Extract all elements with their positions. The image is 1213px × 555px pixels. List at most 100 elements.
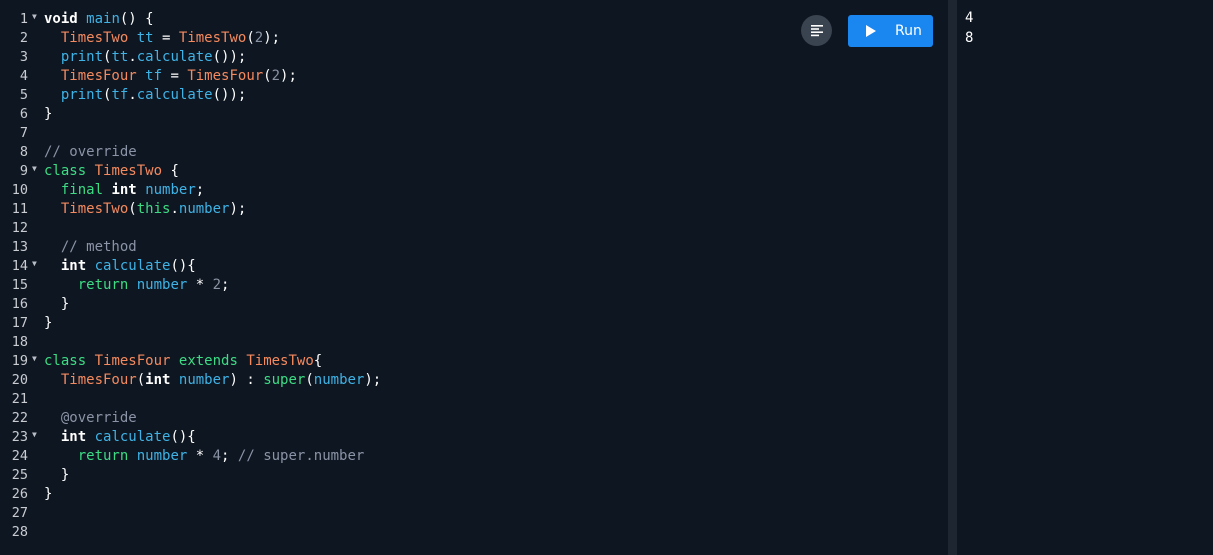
code-line[interactable]: 24 return number * 4; // super.number xyxy=(0,447,948,466)
fold-arrow-icon[interactable]: ▼ xyxy=(32,349,37,368)
code-line[interactable]: 7 xyxy=(0,124,948,143)
code-token: . xyxy=(170,201,179,217)
code-token: ( xyxy=(263,68,272,84)
code-text: class TimesTwo { xyxy=(44,162,179,181)
code-line[interactable]: 17} xyxy=(0,314,948,333)
code-line[interactable]: 10 final int number; xyxy=(0,181,948,200)
run-button[interactable]: Run xyxy=(848,15,933,47)
code-line[interactable]: 28 xyxy=(0,523,948,542)
code-line[interactable]: 23 ▼ int calculate(){ xyxy=(0,428,948,447)
code-line[interactable]: 6} xyxy=(0,105,948,124)
code-token: () { xyxy=(119,11,154,27)
code-line[interactable]: 12 xyxy=(0,219,948,238)
code-token: class xyxy=(44,163,87,179)
line-number: 28 xyxy=(11,524,28,540)
code-line[interactable]: 4 TimesFour tf = TimesFour(2); xyxy=(0,67,948,86)
code-token: number xyxy=(178,201,230,217)
code-token: TimesFour xyxy=(60,372,137,388)
code-text: } xyxy=(44,105,52,124)
line-number: 22 xyxy=(11,410,28,426)
code-line[interactable]: 18 xyxy=(0,333,948,352)
line-number: 20 xyxy=(11,372,28,388)
code-token: int xyxy=(145,372,171,388)
code-token: ); xyxy=(263,30,281,46)
code-text: // override xyxy=(44,143,137,162)
fold-arrow-icon[interactable]: ▼ xyxy=(32,254,37,273)
line-number: 24 xyxy=(11,448,28,464)
code-token: number xyxy=(136,277,188,293)
code-line[interactable]: 25 } xyxy=(0,466,948,485)
code-token: // super.number xyxy=(237,448,365,464)
line-number: 2 xyxy=(19,30,28,46)
code-token: print xyxy=(60,49,104,65)
fold-arrow-icon[interactable]: ▼ xyxy=(32,425,37,444)
code-token: @override xyxy=(60,410,137,426)
code-line[interactable]: 27 xyxy=(0,504,948,523)
code-line[interactable]: 5 print(tf.calculate()); xyxy=(0,86,948,105)
code-token: number xyxy=(136,448,188,464)
code-line[interactable]: 16 } xyxy=(0,295,948,314)
line-number: 21 xyxy=(11,391,28,407)
code-token: super xyxy=(263,372,306,388)
code-line[interactable]: 8 // override xyxy=(0,143,948,162)
line-number: 7 xyxy=(19,125,28,141)
code-token: 2 xyxy=(254,30,264,46)
fold-arrow-icon[interactable]: ▼ xyxy=(32,159,37,178)
code-line[interactable]: 15 return number * 2; xyxy=(0,276,948,295)
line-number: 17 xyxy=(11,315,28,331)
console-line: 8 xyxy=(965,30,974,46)
code-token: number xyxy=(145,182,196,198)
code-text: print(tf.calculate()); xyxy=(44,86,246,105)
code-text: } xyxy=(44,466,69,485)
panel-divider[interactable] xyxy=(948,0,957,555)
code-line[interactable]: 20 TimesFour(int number) : super(number)… xyxy=(0,371,948,390)
code-line[interactable]: 21 xyxy=(0,390,948,409)
code-token: // override xyxy=(44,144,137,160)
code-token: calculate xyxy=(136,49,213,65)
line-number: 13 xyxy=(11,239,28,255)
fold-arrow-icon[interactable]: ▼ xyxy=(32,7,37,26)
format-button[interactable] xyxy=(801,15,832,46)
code-token: } xyxy=(44,106,53,122)
line-number: 6 xyxy=(19,106,28,122)
code-token: * xyxy=(187,448,213,464)
code-line[interactable]: 26} xyxy=(0,485,948,504)
code-token: int xyxy=(60,258,87,274)
line-number: 26 xyxy=(11,486,28,502)
code-token: } xyxy=(44,315,53,331)
code-token: tt xyxy=(111,49,129,65)
code-token: int xyxy=(60,429,87,445)
code-token: return xyxy=(77,448,129,464)
code-line[interactable]: 3 print(tt.calculate()); xyxy=(0,48,948,67)
code-token: number xyxy=(178,372,230,388)
code-token: ; xyxy=(221,277,230,293)
code-editor[interactable]: 1 ▼ void main() {2 TimesTwo tt = TimesTwo(… xyxy=(0,0,948,555)
code-line[interactable]: 11 TimesTwo(this.number); xyxy=(0,200,948,219)
code-line[interactable]: 13 // method xyxy=(0,238,948,257)
line-number: 16 xyxy=(11,296,28,312)
code-token: tf xyxy=(111,87,129,103)
code-text: @override xyxy=(44,409,137,428)
code-token: ()); xyxy=(212,49,247,65)
code-line[interactable]: 22 @override xyxy=(0,409,948,428)
code-token: ) : xyxy=(229,372,264,388)
code-token: return xyxy=(77,277,129,293)
code-token: TimesTwo xyxy=(60,201,129,217)
code-token: this xyxy=(136,201,171,217)
code-text: print(tt.calculate()); xyxy=(44,48,246,67)
code-line[interactable]: 9 ▼ class TimesTwo { xyxy=(0,162,948,181)
code-line[interactable]: 19 ▼ class TimesFour extends TimesTwo{ xyxy=(0,352,948,371)
code-lines[interactable]: 1 ▼ void main() {2 TimesTwo tt = TimesTwo(… xyxy=(0,10,948,542)
code-token: { xyxy=(313,353,323,369)
code-line[interactable]: 14 ▼ int calculate(){ xyxy=(0,257,948,276)
